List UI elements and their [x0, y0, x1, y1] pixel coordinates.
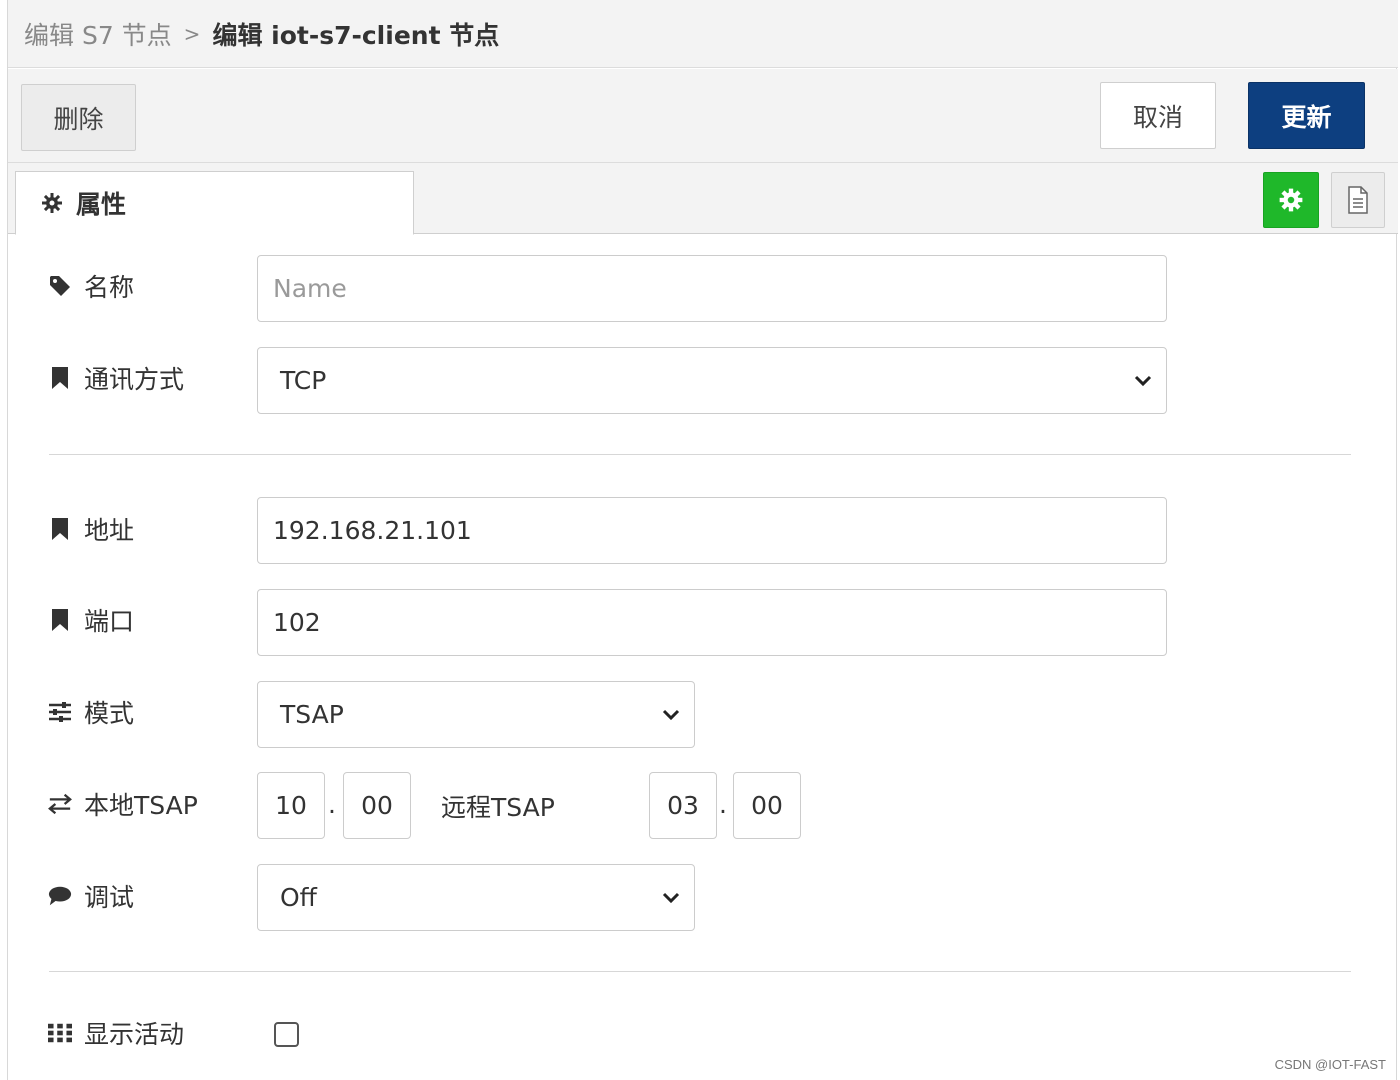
bookmark-icon — [48, 608, 72, 632]
show-activity-label-text: 显示活动 — [84, 1020, 185, 1049]
local-tsap-byte1-input[interactable]: 10 — [257, 772, 325, 839]
exchange-icon — [48, 792, 72, 816]
port-label-text: 端口 — [84, 607, 135, 636]
local-tsap-label-text: 本地TSAP — [84, 791, 198, 820]
debug-label-text: 调试 — [84, 883, 135, 912]
breadcrumb-current: 编辑 iot-s7-client 节点 — [212, 20, 500, 50]
divider — [49, 454, 1351, 455]
show-activity-label: 显示活动 — [48, 1013, 184, 1053]
comm-mode-value: TCP — [280, 366, 327, 395]
name-placeholder: Name — [273, 274, 347, 303]
address-label-text: 地址 — [84, 516, 135, 545]
update-button[interactable]: 更新 — [1248, 82, 1365, 149]
comm-mode-select[interactable]: TCP — [257, 347, 1167, 414]
gear-icon — [40, 191, 64, 215]
tsap-dot: . — [328, 790, 336, 819]
port-label: 端口 — [48, 600, 134, 640]
breadcrumb-parent[interactable]: 编辑 S7 节点 — [24, 16, 172, 52]
name-label: 名称 — [48, 266, 134, 306]
tsap-dot: . — [719, 790, 727, 819]
cancel-button[interactable]: 取消 — [1100, 82, 1216, 149]
remote-tsap-label: 远程TSAP — [441, 793, 555, 822]
local-tsap-byte2-input[interactable]: 00 — [343, 772, 411, 839]
editor-panel: 编辑 S7 节点 > 编辑 iot-s7-client 节点 删除 取消 更新 … — [7, 0, 1398, 1080]
sliders-icon — [48, 700, 72, 724]
show-activity-checkbox[interactable] — [274, 1022, 299, 1047]
port-input[interactable]: 102 — [257, 589, 1167, 656]
remote-tsap-byte1-input[interactable]: 03 — [649, 772, 717, 839]
local-tsap-label: 本地TSAP — [48, 784, 198, 824]
delete-button[interactable]: 删除 — [21, 84, 136, 151]
watermark: CSDN @IOT-FAST — [1274, 1057, 1386, 1072]
divider — [49, 971, 1351, 972]
chevron-down-icon — [662, 892, 680, 904]
name-label-text: 名称 — [84, 273, 135, 302]
address-label: 地址 — [48, 509, 134, 549]
bookmark-icon — [48, 366, 72, 390]
breadcrumb-separator: > — [183, 21, 201, 46]
comment-icon — [48, 884, 72, 908]
address-value: 192.168.21.101 — [273, 516, 472, 545]
breadcrumb: 编辑 S7 节点 > 编辑 iot-s7-client 节点 — [8, 0, 1398, 68]
document-icon — [1346, 186, 1370, 214]
bookmark-icon — [48, 517, 72, 541]
debug-label: 调试 — [48, 876, 134, 916]
description-button[interactable] — [1331, 172, 1385, 228]
gear-icon — [1278, 187, 1304, 213]
mode-label: 模式 — [48, 692, 134, 732]
tab-properties-label: 属性 — [76, 190, 127, 219]
address-input[interactable]: 192.168.21.101 — [257, 497, 1167, 564]
port-value: 102 — [273, 608, 321, 637]
toolbar: 删除 取消 更新 — [8, 69, 1398, 163]
comm-mode-label: 通讯方式 — [48, 358, 184, 398]
name-input[interactable]: Name — [257, 255, 1167, 322]
chevron-down-icon — [1134, 375, 1152, 387]
remote-tsap-byte2-input[interactable]: 00 — [733, 772, 801, 839]
mode-value: TSAP — [280, 700, 344, 729]
tag-icon — [48, 274, 72, 298]
form-content: 名称 Name 通讯方式 TCP 地址 192.168.21.101 端口 10… — [8, 235, 1398, 1080]
grid-icon — [48, 1021, 72, 1045]
debug-value: Off — [280, 883, 317, 912]
mode-label-text: 模式 — [84, 699, 135, 728]
comm-mode-label-text: 通讯方式 — [84, 365, 185, 394]
tab-bar: 属性 — [8, 163, 1398, 235]
tab-properties[interactable]: 属性 — [15, 171, 414, 235]
settings-button[interactable] — [1263, 172, 1319, 228]
chevron-down-icon — [662, 709, 680, 721]
mode-select[interactable]: TSAP — [257, 681, 695, 748]
debug-select[interactable]: Off — [257, 864, 695, 931]
